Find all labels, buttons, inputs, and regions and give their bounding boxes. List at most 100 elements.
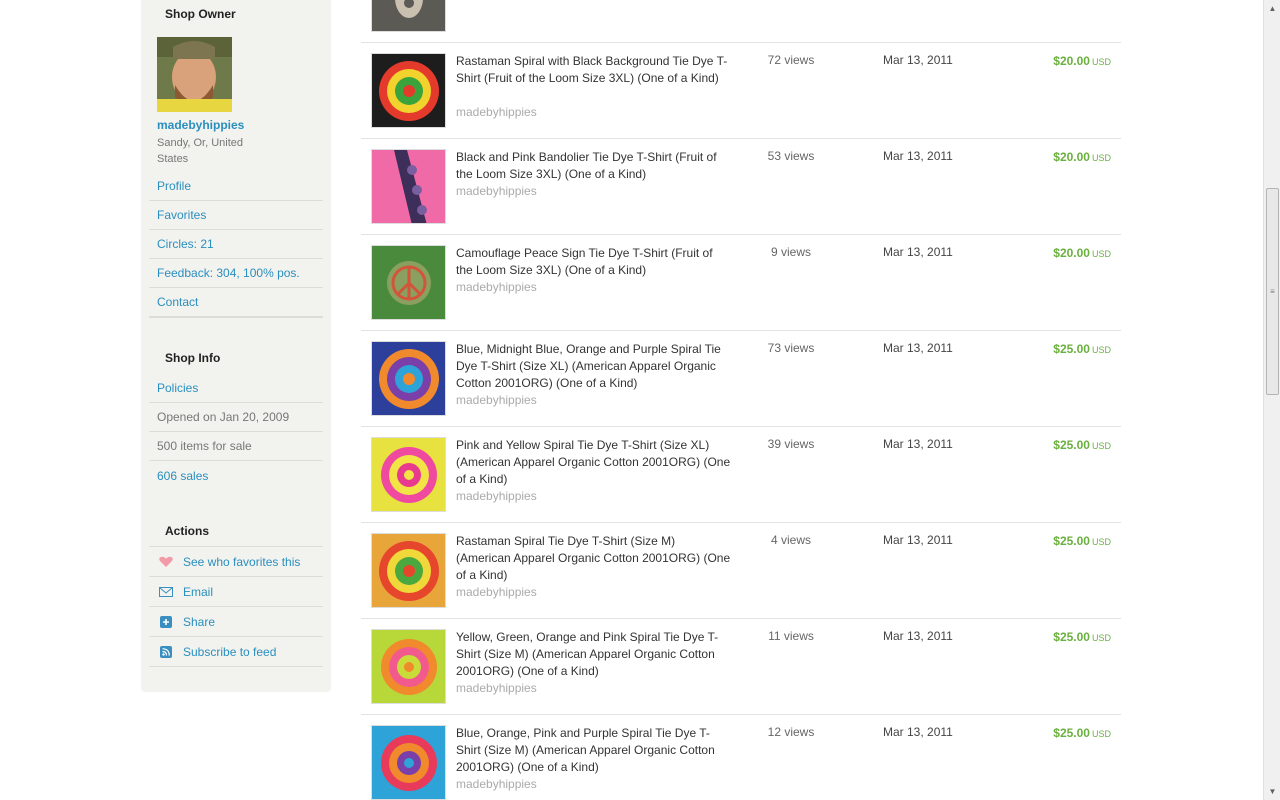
page-scrollbar[interactable]: ▲ ≡ ▼ [1263,0,1280,800]
scrollbar-thumb[interactable]: ≡ [1266,188,1279,395]
listing-row[interactable] [361,0,1121,43]
listing-views: 9 views [770,245,811,259]
sales-link[interactable]: 606 sales [149,461,323,490]
listing-views: 72 views [767,53,815,67]
listing-row[interactable]: Blue, Orange, Pink and Purple Spiral Tie… [361,715,1121,800]
price-currency: USD [1091,57,1111,67]
listings-table: Rastaman Spiral with Black Background Ti… [361,0,1121,800]
listing-seller[interactable]: madebyhippies [456,393,537,407]
owner-name-link[interactable]: madebyhippies [157,118,244,132]
plus-icon [157,615,175,629]
listing-title[interactable]: Blue, Midnight Blue, Orange and Purple S… [456,341,731,392]
listing-title[interactable]: Camouflage Peace Sign Tie Dye T-Shirt (F… [456,245,731,279]
listing-seller[interactable]: madebyhippies [456,777,537,791]
shop-owner-heading: Shop Owner [165,7,236,21]
listing-title[interactable]: Rastaman Spiral with Black Background Ti… [456,53,731,87]
listing-seller[interactable]: madebyhippies [456,585,537,599]
items-for-sale: 500 items for sale [149,432,323,461]
email-link[interactable]: Email [149,577,323,607]
listing-price: $25.00 USD [1053,342,1111,356]
listing-title[interactable]: Pink and Yellow Spiral Tie Dye T-Shirt (… [456,437,731,488]
listing-thumbnail[interactable] [371,725,446,800]
profile-link[interactable]: Profile [149,172,323,201]
listing-views: 4 views [770,533,811,547]
listing-title[interactable]: Rastaman Spiral Tie Dye T-Shirt (Size M)… [456,533,731,584]
listing-seller[interactable]: madebyhippies [456,489,537,503]
price-currency: USD [1091,345,1111,355]
actions-heading: Actions [165,524,210,538]
listing-date: Mar 13, 2011 [883,437,953,451]
listing-thumbnail[interactable] [371,245,446,320]
listing-row[interactable]: Camouflage Peace Sign Tie Dye T-Shirt (F… [361,235,1121,331]
listing-row[interactable]: Rastaman Spiral with Black Background Ti… [361,43,1121,139]
price-amount: $25.00 [1053,534,1090,548]
listing-date: Mar 13, 2011 [883,149,953,163]
listing-price: $20.00 USD [1053,150,1111,164]
listing-views: 73 views [767,341,815,355]
listing-thumbnail[interactable] [371,437,446,512]
listing-row[interactable]: Pink and Yellow Spiral Tie Dye T-Shirt (… [361,427,1121,523]
favorites-link[interactable]: Favorites [149,201,323,230]
listing-row[interactable]: Rastaman Spiral Tie Dye T-Shirt (Size M)… [361,523,1121,619]
listing-price: $25.00 USD [1053,438,1111,452]
price-amount: $25.00 [1053,342,1090,356]
price-currency: USD [1091,729,1111,739]
listing-price: $25.00 USD [1053,630,1111,644]
price-amount: $20.00 [1053,246,1090,260]
listing-date: Mar 13, 2011 [883,245,953,259]
see-who-favorites-label: See who favorites this [183,554,301,569]
listing-views: 53 views [767,149,815,163]
policies-link[interactable]: Policies [149,374,323,403]
rss-icon [157,645,175,659]
listing-date: Mar 13, 2011 [883,533,953,547]
listing-thumbnail[interactable] [371,533,446,608]
listing-date: Mar 13, 2011 [883,629,953,643]
opened-date: Opened on Jan 20, 2009 [149,403,323,432]
subscribe-label: Subscribe to feed [183,644,277,659]
see-who-favorites-link[interactable]: See who favorites this [149,547,323,577]
listing-row[interactable]: Blue, Midnight Blue, Orange and Purple S… [361,331,1121,427]
listing-thumbnail[interactable] [371,629,446,704]
listing-thumbnail[interactable] [371,53,446,128]
listing-price: $25.00 USD [1053,534,1111,548]
price-currency: USD [1091,441,1111,451]
listing-thumbnail[interactable] [371,149,446,224]
circles-link[interactable]: Circles: 21 [149,230,323,259]
listing-thumbnail[interactable] [371,341,446,416]
listing-row[interactable]: Yellow, Green, Orange and Pink Spiral Ti… [361,619,1121,715]
listing-views: 39 views [767,437,815,451]
subscribe-link[interactable]: Subscribe to feed [149,637,323,667]
listing-date: Mar 13, 2011 [883,725,953,739]
listing-thumbnail[interactable] [371,0,446,32]
price-amount: $25.00 [1053,630,1090,644]
feedback-link[interactable]: Feedback: 304, 100% pos. [149,259,323,288]
listing-seller[interactable]: madebyhippies [456,184,537,198]
share-link[interactable]: Share [149,607,323,637]
listing-views: 12 views [767,725,815,739]
scroll-up-arrow-icon[interactable]: ▲ [1264,0,1280,17]
listing-seller[interactable]: madebyhippies [456,105,537,119]
price-amount: $25.00 [1053,726,1090,740]
share-label: Share [183,614,216,629]
heart-icon [157,555,175,569]
shop-info-heading: Shop Info [165,351,221,365]
listing-date: Mar 13, 2011 [883,341,953,355]
shop-sidebar: Shop Owner madebyhippies Sandy, Or, Unit… [141,0,331,692]
price-amount: $20.00 [1053,150,1090,164]
scroll-down-arrow-icon[interactable]: ▼ [1264,783,1280,800]
envelope-icon [157,585,175,599]
price-amount: $20.00 [1053,54,1090,68]
listing-title[interactable]: Blue, Orange, Pink and Purple Spiral Tie… [456,725,731,776]
listing-title[interactable]: Black and Pink Bandolier Tie Dye T-Shirt… [456,149,731,183]
owner-avatar[interactable] [157,37,232,112]
price-currency: USD [1091,537,1111,547]
listing-row[interactable]: Black and Pink Bandolier Tie Dye T-Shirt… [361,139,1121,235]
price-amount: $25.00 [1053,438,1090,452]
contact-link[interactable]: Contact [149,288,323,317]
listing-seller[interactable]: madebyhippies [456,681,537,695]
listing-views: 11 views [768,629,814,643]
listing-title[interactable]: Yellow, Green, Orange and Pink Spiral Ti… [456,629,731,680]
listing-price: $20.00 USD [1053,54,1111,68]
listing-seller[interactable]: madebyhippies [456,280,537,294]
price-currency: USD [1091,633,1111,643]
